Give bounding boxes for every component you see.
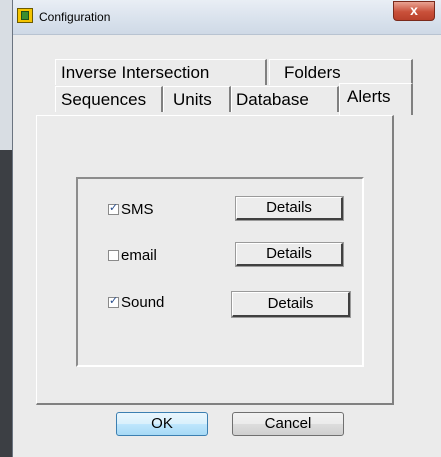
window-title: Configuration	[39, 10, 111, 24]
app-icon	[17, 8, 33, 23]
email-checkbox-row[interactable]: email	[108, 247, 157, 264]
sound-checkbox[interactable]	[108, 294, 119, 308]
sms-checkbox-row[interactable]: SMS	[108, 201, 154, 218]
ok-button[interactable]: OK	[116, 412, 208, 436]
tab-alerts[interactable]: Alerts	[339, 83, 413, 115]
tab-database[interactable]: Database	[231, 86, 339, 112]
email-checkbox[interactable]	[108, 250, 119, 261]
desktop-backdrop	[0, 0, 12, 457]
sound-details-button[interactable]: Details	[231, 291, 351, 318]
cancel-button[interactable]: Cancel	[232, 412, 344, 436]
tab-units[interactable]: Units	[163, 86, 231, 112]
sms-label: SMS	[121, 201, 154, 218]
email-label: email	[121, 247, 157, 264]
sound-checkbox-row[interactable]: Sound	[108, 294, 164, 311]
tab-folders[interactable]: Folders	[269, 59, 413, 85]
sms-checkbox[interactable]	[108, 201, 119, 215]
sms-details-button[interactable]: Details	[235, 196, 344, 221]
sound-label: Sound	[121, 294, 165, 311]
tab-inverse-intersection[interactable]: Inverse Intersection	[55, 59, 267, 85]
tab-sequences[interactable]: Sequences	[55, 86, 163, 112]
title-bar[interactable]: Configuration	[13, 0, 441, 35]
email-details-button[interactable]: Details	[235, 242, 344, 267]
close-button[interactable]: x	[393, 1, 435, 21]
